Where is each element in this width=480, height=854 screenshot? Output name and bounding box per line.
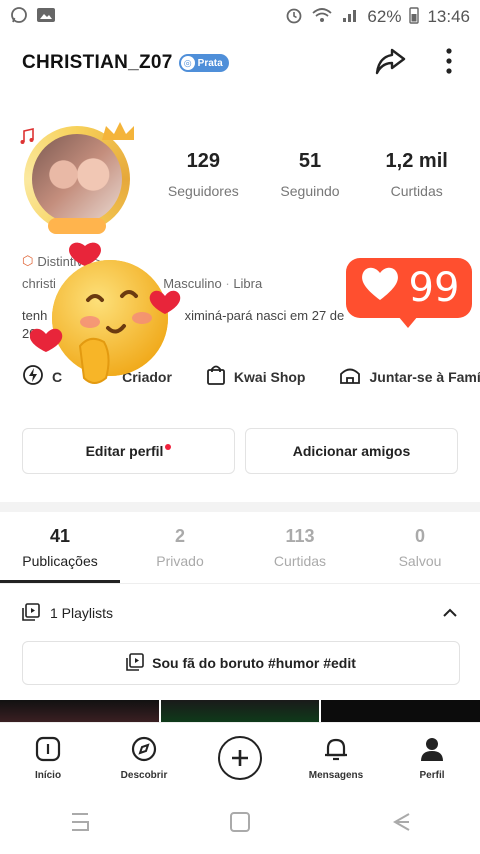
info-sign: Libra [233,276,263,291]
playlist-icon [126,652,144,674]
avatar-decoration [48,218,106,234]
username: CHRISTIAN_Z07 [22,52,173,73]
status-right: 62% 13:46 [285,6,470,29]
tab-count: 0 [414,526,425,546]
video-thumbnail[interactable] [160,700,320,722]
compass-icon [130,735,158,766]
tabs-divider [0,583,480,584]
playlist-icon [22,602,40,624]
tab-count: 2 [174,526,185,546]
tab-saved[interactable]: 0 Salvou [360,526,480,569]
stat-value: 51 [298,150,322,172]
video-thumbnail[interactable] [321,700,480,722]
stat-label: Seguidores [167,183,239,199]
add-friends-button[interactable]: Adicionar amigos [245,428,458,474]
badge-label: Prata [197,57,223,69]
kwai-shop-link[interactable]: Kwai Shop [206,364,306,389]
playlist-title: Sou fã do boruto #humor #edit [152,655,356,671]
nav-discover[interactable]: Descobrir [96,735,192,781]
section-divider [0,502,480,512]
music-note-icon [20,128,34,144]
person-icon [418,735,446,766]
recent-apps-icon[interactable] [67,810,93,839]
heart-icon [359,264,401,312]
tab-label: Publicações [22,553,98,569]
system-nav-bar [0,794,480,854]
tab-label: Curtidas [273,553,327,569]
gallery-icon [36,7,56,28]
kwai-shop-label: Kwai Shop [233,368,306,385]
bell-icon [322,735,350,766]
tab-label: Salvou [398,553,442,569]
edit-profile-label: Editar perfil [85,443,164,459]
playlists-header[interactable]: 1 Playlists [22,596,458,630]
family-link[interactable]: Juntar-se à Família [339,365,480,388]
back-icon[interactable] [387,810,413,839]
bio-text: ximiná-pará nasci em 27 de [184,308,345,323]
home-button-icon[interactable] [228,810,252,839]
nav-label: Perfil [419,769,445,781]
video-thumbnail[interactable] [0,700,159,722]
nav-label: Mensagens [308,769,364,781]
clock-text: 13:46 [427,7,470,26]
like-count: 99 [408,265,460,311]
stat-label: Seguindo [280,183,340,199]
nav-create[interactable] [192,735,288,780]
tab-private[interactable]: 2 Privado [120,526,240,569]
edit-profile-button[interactable]: Editar perfil [22,428,235,474]
whatsapp-icon [10,6,28,29]
stat-followers[interactable]: 129 Seguidores [150,150,257,199]
playlist-item[interactable]: Sou fã do boruto #humor #edit [22,641,460,685]
video-grid [0,700,480,722]
tab-label: Privado [156,553,204,569]
content-tabs: 41 Publicações 2 Privado 113 Curtidas 0 … [0,526,480,569]
profile-actions: Editar perfil Adicionar amigos [22,428,458,474]
add-friends-label: Adicionar amigos [292,443,411,459]
tab-publications[interactable]: 41 Publicações [0,526,120,569]
stat-label: Curtidas [390,183,443,199]
alarm-icon [285,6,303,29]
more-options-icon[interactable] [446,47,452,80]
nav-home[interactable]: Início [0,735,96,781]
playlists-title: 1 Playlists [22,602,114,624]
like-count-overlay: 99 [346,258,472,328]
nav-label: Início [34,769,62,781]
house-icon [339,365,361,388]
chevron-up-icon[interactable] [442,605,458,621]
playlists-count-label: 1 Playlists [50,605,114,621]
avatar-photo [32,134,122,224]
badge-icon: ◎ [180,56,195,70]
nav-profile[interactable]: Perfil [384,735,480,781]
signal-icon [341,7,359,28]
profile-stats: 129 Seguidores 51 Seguindo 1,2 mil Curti… [150,150,470,199]
emoji-sticker [29,238,190,408]
notification-dot [165,444,172,450]
shopping-bag-icon [206,364,226,389]
nav-label: Descobrir [120,769,168,781]
tab-liked[interactable]: 113 Curtidas [240,526,360,569]
nav-messages[interactable]: Mensagens [288,735,384,781]
bottom-nav: Início Descobrir Mensagens Perfil [0,722,480,792]
tab-count: 113 [285,526,315,546]
header-actions [374,46,452,81]
share-icon[interactable] [374,46,406,81]
stat-value: 129 [186,150,221,172]
home-icon [34,735,62,766]
wifi-icon [311,6,333,29]
stat-likes[interactable]: 1,2 mil Curtidas [363,150,470,199]
tab-count: 41 [49,526,71,546]
level-badge[interactable]: ◎ Prata [178,54,229,72]
status-left [10,6,56,29]
plus-icon [218,735,262,780]
battery-icon [409,6,420,29]
stat-value: 1,2 mil [385,150,448,172]
crown-icon [102,122,134,140]
battery-text: 62% [367,7,402,26]
status-bar: 62% 13:46 [0,0,480,34]
avatar[interactable] [18,120,136,238]
profile-header: CHRISTIAN_Z07 ◎ Prata [0,40,480,86]
stat-following[interactable]: 51 Seguindo [257,150,364,199]
family-label: Juntar-se à Família [369,368,480,385]
